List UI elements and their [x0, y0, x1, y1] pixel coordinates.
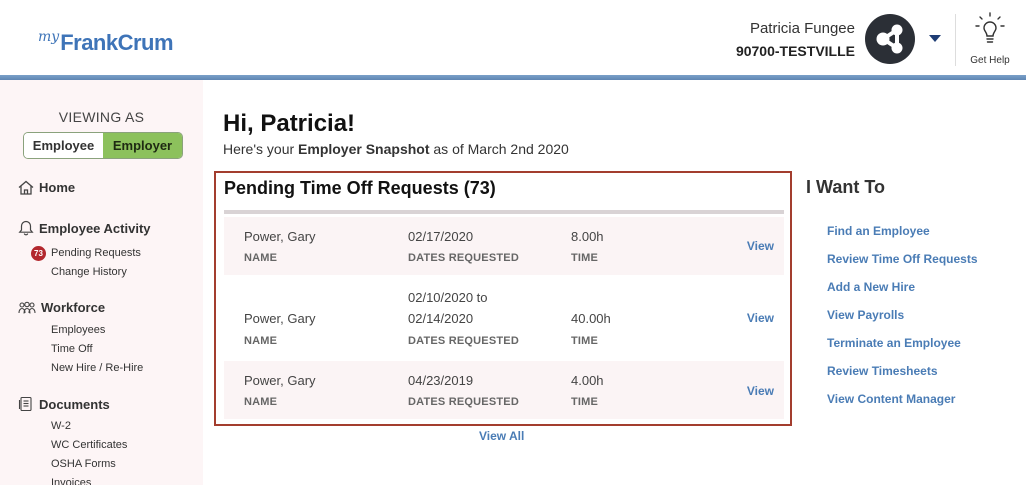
request-time: 4.00h — [571, 373, 604, 388]
view-request-link[interactable]: View — [747, 239, 774, 253]
sidebar-item-pending-requests[interactable]: Pending Requests — [51, 247, 141, 259]
user-info: Patricia Fungee 90700-TESTVILLE — [736, 20, 855, 59]
view-request-link[interactable]: View — [747, 311, 774, 325]
documents-icon — [18, 396, 32, 412]
company-code: 90700-TESTVILLE — [735, 43, 855, 59]
user-menu-dropdown-icon[interactable] — [929, 35, 941, 42]
request-time: 8.00h — [571, 229, 604, 244]
sidebar-item-new-hire-rehire[interactable]: New Hire / Re-Hire — [51, 362, 143, 374]
i-want-to-heading: I Want To — [806, 177, 885, 197]
table-row: Power, Gary NAME 04/23/2019 DATES REQUES… — [224, 361, 784, 419]
request-dates-end: 02/14/2020 — [408, 311, 474, 326]
request-dates: 04/23/2019 — [408, 373, 474, 388]
get-help-button[interactable]: Get Help — [966, 12, 1014, 66]
request-employee-name: Power, Gary — [244, 373, 316, 388]
avatar[interactable] — [865, 14, 915, 64]
sidebar-item-wc-certificates[interactable]: WC Certificates — [51, 439, 127, 451]
review-timesheets-link[interactable]: Review Timesheets — [827, 363, 978, 391]
request-employee-name: Power, Gary — [244, 229, 316, 244]
home-icon — [18, 180, 34, 195]
find-employee-link[interactable]: Find an Employee — [827, 223, 978, 251]
view-all-link[interactable]: View All — [479, 429, 524, 443]
sidebar-item-time-off[interactable]: Time Off — [51, 343, 93, 355]
get-help-label: Get Help — [970, 55, 1010, 66]
viewing-as-label: VIEWING AS — [58, 109, 145, 125]
sidebar-item-documents[interactable]: Documents — [18, 396, 110, 412]
sidebar-item-w2[interactable]: W-2 — [51, 420, 71, 432]
view-request-link[interactable]: View — [747, 384, 774, 398]
table-row: Power, Gary NAME 02/17/2020 DATES REQUES… — [224, 217, 784, 275]
request-dates-start: 02/10/2020 to — [408, 290, 488, 305]
dates-column-label: DATES REQUESTED — [408, 335, 519, 347]
employer-toggle-button[interactable]: Employer — [103, 133, 182, 158]
page: my Frank Crum Patricia Fungee 90700-TEST… — [0, 0, 1026, 485]
sidebar-item-employees[interactable]: Employees — [51, 324, 105, 336]
terminate-employee-link[interactable]: Terminate an Employee — [827, 335, 978, 363]
request-dates: 02/17/2020 — [408, 229, 474, 244]
request-employee-name: Power, Gary — [244, 311, 316, 326]
pending-panel-divider — [224, 210, 784, 214]
sidebar-item-osha-forms[interactable]: OSHA Forms — [51, 458, 116, 470]
sidebar-item-label: Home — [39, 180, 76, 195]
lightbulb-icon — [975, 12, 1005, 43]
pending-panel-title: Pending Time Off Requests (73) — [224, 178, 496, 198]
sidebar-item-invoices[interactable]: Invoices — [51, 477, 91, 485]
sidebar: VIEWING AS Employee Employer Home Employ… — [0, 80, 203, 485]
view-mode-toggle: Employee Employer — [23, 132, 183, 159]
sidebar-item-home[interactable]: Home — [18, 180, 75, 195]
table-row: Power, Gary NAME 02/10/2020 to 02/14/202… — [224, 275, 784, 361]
pending-time-off-panel: Pending Time Off Requests (73) Power, Ga… — [214, 171, 792, 426]
sidebar-item-employee-activity[interactable]: Employee Activity — [18, 220, 151, 236]
bell-icon — [18, 220, 34, 236]
page-title: Hi, Patricia! — [223, 110, 356, 137]
view-payrolls-link[interactable]: View Payrolls — [827, 307, 978, 335]
time-column-label: TIME — [571, 252, 599, 264]
user-name: Patricia Fungee — [749, 20, 855, 37]
sidebar-item-change-history[interactable]: Change History — [51, 266, 127, 278]
dates-column-label: DATES REQUESTED — [408, 252, 519, 264]
review-time-off-link[interactable]: Review Time Off Requests — [827, 251, 978, 279]
name-column-label: NAME — [244, 396, 278, 408]
i-want-to-list: Find an Employee Review Time Off Request… — [827, 223, 978, 419]
sidebar-item-label: Employee Activity — [39, 220, 151, 236]
request-time: 40.00h — [571, 311, 611, 326]
name-column-label: NAME — [244, 335, 278, 347]
pending-count-badge: 73 — [31, 246, 46, 261]
dates-column-label: DATES REQUESTED — [408, 396, 519, 408]
snapshot-subtitle: Here's your Employer Snapshot as of Marc… — [223, 141, 569, 157]
employee-toggle-button[interactable]: Employee — [24, 133, 103, 158]
add-new-hire-link[interactable]: Add a New Hire — [827, 279, 978, 307]
time-column-label: TIME — [571, 335, 599, 347]
sidebar-item-workforce[interactable]: Workforce — [18, 300, 105, 315]
name-column-label: NAME — [244, 252, 278, 264]
sidebar-item-label: Workforce — [41, 300, 106, 315]
time-column-label: TIME — [571, 396, 599, 408]
sidebar-item-label: Documents — [39, 396, 110, 412]
frankcrum-logo[interactable]: my Frank Crum — [38, 24, 174, 54]
people-icon — [18, 301, 36, 314]
top-header: my Frank Crum Patricia Fungee 90700-TEST… — [0, 0, 1026, 77]
network-hub-icon — [876, 24, 903, 54]
header-divider — [955, 14, 956, 66]
view-content-manager-link[interactable]: View Content Manager — [827, 391, 978, 419]
